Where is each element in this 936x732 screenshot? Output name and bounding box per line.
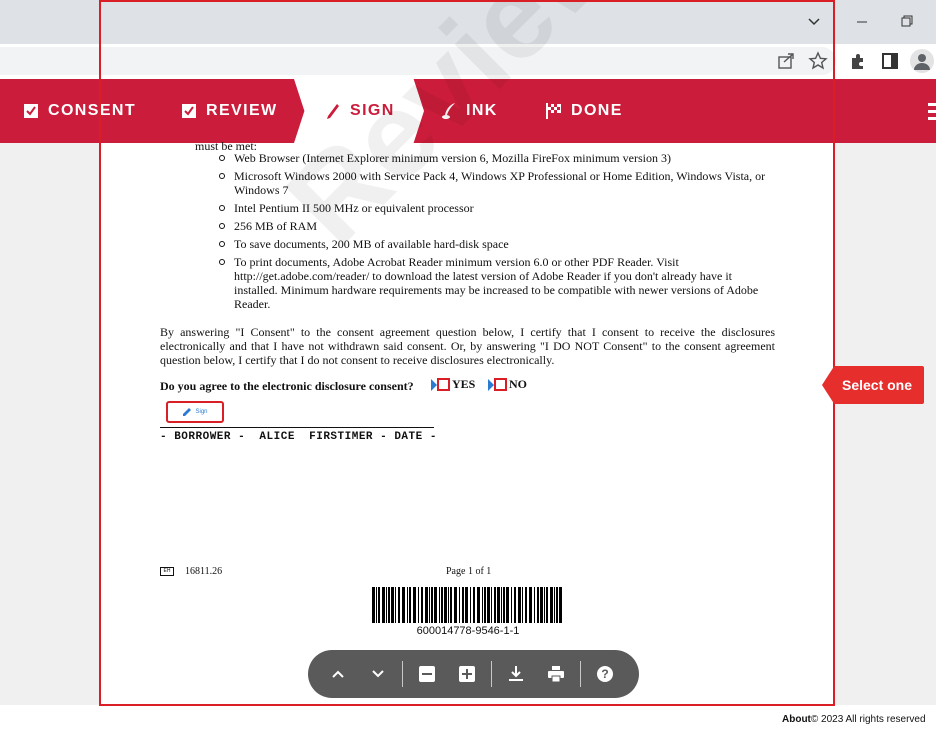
yes-checkbox[interactable] bbox=[437, 378, 450, 391]
page-number: Page 1 of 1 bbox=[446, 566, 492, 577]
previous-page-button[interactable] bbox=[318, 650, 358, 698]
list-item: Microsoft Windows 2000 with Service Pack… bbox=[219, 169, 775, 197]
restore-icon[interactable] bbox=[893, 10, 921, 34]
toolbar-divider bbox=[580, 661, 581, 687]
checklist-icon bbox=[182, 104, 196, 118]
list-item: 256 MB of RAM bbox=[219, 219, 775, 233]
share-icon[interactable] bbox=[776, 51, 796, 71]
list-item: To print documents, Adobe Acrobat Reader… bbox=[219, 255, 775, 311]
requirements-list: Web Browser (Internet Explorer minimum v… bbox=[219, 151, 775, 315]
step-review-label: REVIEW bbox=[206, 102, 278, 119]
chevron-up-icon bbox=[332, 670, 344, 678]
page-footer: About© 2023 All rights reserved bbox=[782, 714, 926, 725]
copyright-text: © 2023 All rights reserved bbox=[810, 714, 926, 725]
consent-paragraph: By answering "I Consent" to the consent … bbox=[160, 325, 775, 367]
checklist-icon bbox=[24, 104, 38, 118]
yes-option[interactable]: YES bbox=[431, 377, 475, 392]
about-link[interactable]: About bbox=[782, 714, 811, 725]
step-consent[interactable]: CONSENT bbox=[22, 79, 136, 143]
form-code: 16811.26 bbox=[185, 566, 223, 577]
barcode-number: 600014778-9546-1-1 bbox=[416, 625, 520, 637]
borrower-signature-label: - BORROWER - ALICE FIRSTIMER - DATE - bbox=[160, 431, 437, 443]
no-checkbox[interactable] bbox=[494, 378, 507, 391]
chevron-down-icon bbox=[372, 670, 384, 678]
select-one-callout: Select one bbox=[822, 366, 924, 404]
barcode bbox=[372, 587, 562, 623]
sign-button-label: Sign bbox=[195, 409, 208, 415]
profile-icon[interactable] bbox=[910, 49, 934, 73]
step-done[interactable]: DONE bbox=[545, 79, 623, 143]
step-consent-label: CONSENT bbox=[48, 102, 137, 119]
svg-text:?: ? bbox=[601, 667, 608, 681]
sign-button[interactable]: Sign bbox=[166, 401, 224, 423]
zoom-out-icon bbox=[419, 666, 435, 682]
no-label: NO bbox=[509, 377, 527, 391]
checkered-flag-icon bbox=[546, 103, 561, 119]
side-panel-icon[interactable] bbox=[880, 51, 900, 71]
list-item: To save documents, 200 MB of available h… bbox=[219, 237, 775, 251]
document-page: Review must be met: Web Browser (Interne… bbox=[100, 0, 834, 705]
signature-line bbox=[160, 427, 434, 428]
list-item: Intel Pentium II 500 MHz or equivalent p… bbox=[219, 201, 775, 215]
help-button[interactable]: ? bbox=[585, 650, 625, 698]
menu-icon[interactable] bbox=[928, 103, 936, 121]
no-option[interactable]: NO bbox=[488, 377, 527, 392]
document-toolbar: ? bbox=[308, 650, 639, 698]
zoom-in-button[interactable] bbox=[447, 650, 487, 698]
chevron-down-icon[interactable] bbox=[804, 12, 824, 32]
pen-icon bbox=[183, 408, 192, 416]
minimize-icon[interactable] bbox=[848, 10, 876, 34]
toolbar-divider bbox=[402, 661, 403, 687]
toolbar-divider bbox=[491, 661, 492, 687]
zoom-in-icon bbox=[459, 666, 475, 682]
download-icon bbox=[509, 666, 523, 681]
step-done-label: DONE bbox=[571, 102, 623, 119]
yes-label: YES bbox=[452, 377, 476, 391]
help-icon: ? bbox=[597, 666, 613, 682]
step-review[interactable]: REVIEW bbox=[180, 79, 278, 143]
consent-question: Do you agree to the electronic disclosur… bbox=[160, 379, 414, 393]
equal-housing-logo: EH bbox=[160, 567, 174, 576]
next-page-button[interactable] bbox=[358, 650, 398, 698]
list-item: Web Browser (Internet Explorer minimum v… bbox=[219, 151, 775, 165]
download-button[interactable] bbox=[496, 650, 536, 698]
extensions-icon[interactable] bbox=[848, 51, 868, 71]
star-icon[interactable] bbox=[808, 51, 828, 71]
print-icon bbox=[548, 666, 564, 683]
zoom-out-button[interactable] bbox=[407, 650, 447, 698]
print-button[interactable] bbox=[536, 650, 576, 698]
